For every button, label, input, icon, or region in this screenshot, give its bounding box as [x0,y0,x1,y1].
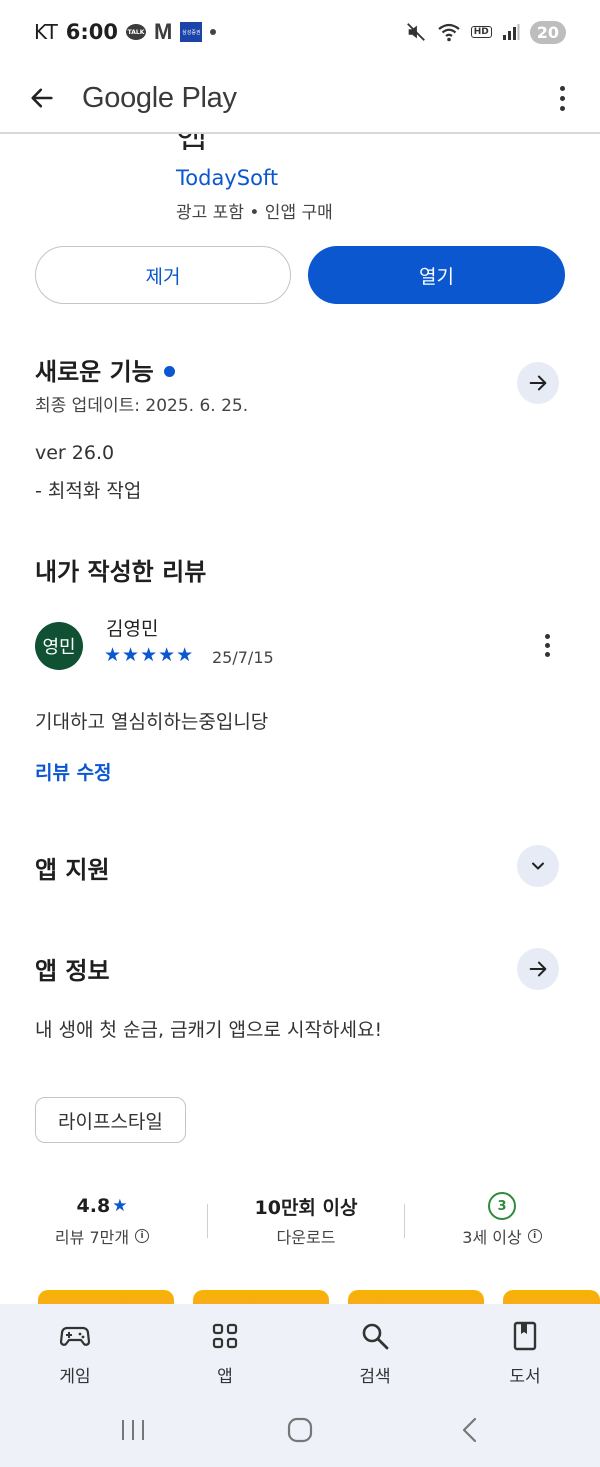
reviewer-name: 김영민 [106,618,159,640]
chevron-down-icon [532,862,544,870]
carrier-label: KT [34,20,58,44]
clock: 6:00 [65,20,119,44]
search-icon [362,1323,389,1350]
signal-icon [502,23,520,41]
app-bar-title: Google Play [82,81,237,114]
status-bar: KT 6:00 TALK M 삼성증권 HD 20 [0,0,600,64]
mute-icon [405,21,427,43]
overflow-menu-button[interactable] [544,76,580,120]
more-vert-icon [544,633,550,639]
status-left: KT 6:00 TALK M 삼성증권 [34,19,217,45]
downloads-value: 10만회 이상 [254,1196,358,1219]
status-right: HD 20 [405,20,566,44]
review-date: 25/7/15 [212,648,274,667]
star-rating: ★★★★★ [104,644,195,666]
whats-new-title: 새로운 기능 [35,358,154,386]
hd-voice-icon: HD [470,26,492,38]
nav-label: 검색 [359,1367,391,1387]
app-description: 내 생애 첫 순금, 금캐기 앱으로 시작하세요! [35,1019,383,1041]
rating-label: 리뷰 7만개 [54,1228,130,1247]
app-info-arrow-button[interactable] [517,948,559,990]
top-app-bar: Google Play [0,64,600,134]
recent-apps-button[interactable] [118,1414,148,1446]
nav-label: 게임 [59,1367,91,1387]
home-button[interactable] [285,1414,315,1446]
battery-indicator: 20 [529,20,566,44]
whats-new-arrow-button[interactable] [517,362,559,404]
category-chip[interactable]: 라이프스타일 [35,1097,186,1143]
my-review-title: 내가 작성한 리뷰 [35,558,207,586]
nav-books[interactable]: 도서 [475,1318,575,1387]
age-rating-badge-icon: 3 [488,1192,516,1220]
bank-notification-icon: 삼성증권 [180,22,203,42]
whats-new-header[interactable]: 새로운 기능 [35,352,175,387]
system-back-button[interactable] [455,1414,485,1446]
info-icon: i [135,1229,150,1243]
book-icon [513,1321,537,1351]
apps-grid-icon [212,1323,238,1349]
release-notes: - 최적화 작업 [35,480,142,502]
open-button[interactable]: 열기 [308,246,565,304]
version-text: ver 26.0 [35,442,115,464]
rating-value: 4.8 [76,1195,111,1217]
review-overflow-button[interactable] [535,630,559,660]
wifi-icon [437,21,461,43]
edit-review-link[interactable]: 리뷰 수정 [35,758,112,785]
app-meta: 광고 포함 • 인앱 구매 [176,203,333,223]
new-indicator-dot [163,365,175,377]
age-rating-stat[interactable]: 3 3세 이상 i [412,1190,592,1248]
arrow-forward-icon [529,961,547,977]
avatar: 영민 [35,622,83,670]
nav-label: 도서 [509,1367,541,1387]
chevron-left-icon [462,1417,477,1443]
downloads-label: 다운로드 [276,1228,336,1247]
info-icon: i [527,1229,542,1243]
app-support-expand-button[interactable] [517,845,559,887]
home-icon [287,1417,313,1443]
age-rating-label: 3세 이상 [462,1228,522,1247]
more-vert-icon [559,85,565,91]
stat-divider [404,1204,405,1238]
back-arrow-icon [31,88,53,108]
nav-search[interactable]: 검색 [325,1318,425,1387]
nav-games[interactable]: 게임 [25,1318,125,1387]
arrow-forward-icon [529,375,547,391]
app-stats-row: 4.8 ★ 리뷰 7만개 i 10만회 이상 다운로드 3 3세 이상 i [0,1190,600,1254]
review-text: 기대하고 열심히하는중입니당 [35,711,269,733]
rating-stat[interactable]: 4.8 ★ 리뷰 7만개 i [12,1190,192,1248]
developer-link[interactable]: TodaySoft [176,166,278,190]
app-support-title[interactable]: 앱 지원 [35,850,110,885]
gamepad-icon [60,1326,90,1346]
last-updated: 최종 업데이트: 2025. 6. 25. [35,396,249,416]
more-notifications-dot-icon [210,29,217,35]
nav-label: 앱 [217,1367,233,1387]
m-notification-icon: M [154,19,173,44]
kakaotalk-notification-icon: TALK [126,24,147,40]
recents-icon [122,1420,144,1440]
star-icon: ★ [112,1196,128,1216]
bottom-navigation: 게임 앱 검색 도서 [0,1304,600,1396]
stat-divider [207,1204,208,1238]
system-navigation-bar [0,1396,600,1467]
uninstall-button[interactable]: 제거 [35,246,291,304]
nav-apps[interactable]: 앱 [175,1318,275,1387]
app-info-title[interactable]: 앱 정보 [35,951,110,986]
downloads-stat: 10만회 이상 다운로드 [216,1190,396,1248]
back-button[interactable] [20,76,64,120]
